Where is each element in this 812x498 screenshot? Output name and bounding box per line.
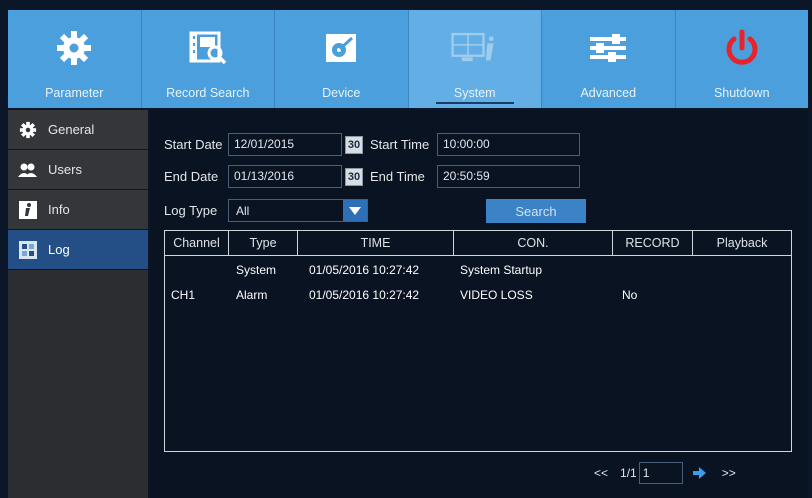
gear-icon [50,24,98,72]
column-header-type: Type [229,231,298,255]
hard-disk-icon [317,24,365,72]
sidebar: General Users Info Log [8,110,148,498]
end-time-field[interactable]: 20:50:59 [437,165,580,188]
sidebar-item-label: Log [48,242,70,257]
log-panel: Start Date 12/01/2015 30 Start Time 10:0… [150,110,808,498]
chevron-down-icon[interactable] [343,200,367,221]
column-header-con: CON. [454,231,613,255]
sidebar-item-label: Users [48,162,82,177]
log-type-row: Log Type All [164,199,368,222]
power-icon [718,24,766,72]
log-type-select[interactable]: All [228,199,368,222]
cell-record: No [622,287,638,302]
end-time-label: End Time [370,169,425,184]
table-row[interactable]: CH1 Alarm 01/05/2016 10:27:42 VIDEO LOSS… [165,282,791,307]
system-info-icon [451,24,499,72]
table-header: Channel Type TIME CON. RECORD Playback [165,231,791,256]
end-date-field[interactable]: 01/13/2016 [228,165,342,188]
cell-channel: CH1 [171,287,196,302]
arrow-right-icon [692,467,706,479]
search-button[interactable]: Search [486,199,586,223]
column-header-record: RECORD [613,231,693,255]
cell-con: VIDEO LOSS [460,287,533,302]
sidebar-item-label: General [48,122,95,137]
tab-advanced[interactable]: Advanced [542,10,676,108]
tab-label: Device [322,86,361,100]
cell-time: 01/05/2016 10:27:42 [309,262,420,277]
tab-record-search[interactable]: Record Search [142,10,275,108]
column-header-time: TIME [298,231,454,255]
start-date-label: Start Date [164,137,223,152]
sidebar-item-label: Info [48,202,70,217]
start-date-field[interactable]: 12/01/2015 [228,133,342,156]
tab-label: Advanced [580,86,637,100]
tab-label: Shutdown [713,86,770,100]
end-row: End Date 01/13/2016 30 End Time 20:50:59 [164,165,580,188]
pagination: << 1/1 1 >> [594,462,736,484]
users-icon [18,160,38,180]
tab-label: Parameter [45,86,104,100]
tab-shutdown[interactable]: Shutdown [676,10,809,108]
cell-con: System Startup [460,262,543,277]
sidebar-item-info[interactable]: Info [8,190,148,230]
log-table: Channel Type TIME CON. RECORD Playback S… [164,230,792,452]
sidebar-item-users[interactable]: Users [8,150,148,190]
tab-system[interactable]: System [408,10,542,108]
tab-label: System [436,86,514,104]
prev-page-button[interactable]: << [594,466,608,480]
cell-type: System [236,262,277,277]
column-header-playback: Playback [716,236,768,250]
table-row[interactable]: System 01/05/2016 10:27:42 System Startu… [165,257,791,282]
go-page-button[interactable] [692,467,706,479]
calendar-icon[interactable]: 30 [345,135,363,154]
start-time-label: Start Time [370,137,430,152]
tab-device[interactable]: Device [275,10,409,108]
log-type-value: All [236,203,250,218]
calendar-icon[interactable]: 30 [345,167,363,186]
start-time-field[interactable]: 10:00:00 [437,133,580,156]
tab-label: Record Search [166,86,250,100]
start-row: Start Date 12/01/2015 30 Start Time 10:0… [164,133,580,156]
page-info: 1/1 [620,466,637,480]
sliders-icon [584,24,632,72]
tab-parameter[interactable]: Parameter [8,10,142,108]
log-icon [18,240,38,260]
info-icon [18,200,38,220]
cell-type: Alarm [236,287,268,302]
film-search-icon [184,24,232,72]
column-header-channel: Channel [165,231,229,255]
sidebar-item-general[interactable]: General [8,110,148,150]
sidebar-item-log[interactable]: Log [8,230,148,270]
cell-time: 01/05/2016 10:27:42 [309,287,420,302]
top-nav: Parameter Record Search Device System Ad… [8,10,808,108]
gear-icon [18,120,38,140]
end-date-label: End Date [164,169,219,184]
log-type-label: Log Type [164,203,218,218]
page-input[interactable]: 1 [638,462,683,484]
next-page-button[interactable]: >> [722,466,736,480]
